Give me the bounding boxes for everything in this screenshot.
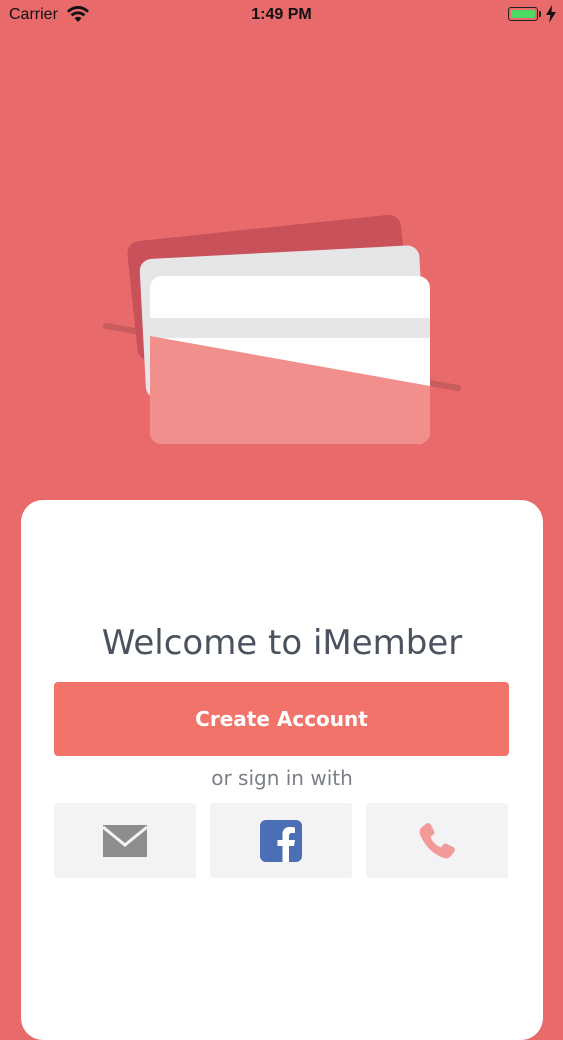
battery-icon: [508, 7, 538, 21]
welcome-card: Welcome to iMember Create Account or sig…: [21, 500, 543, 1040]
battery-cap: [539, 11, 541, 17]
or-sign-in-with-label: or sign in with: [211, 766, 353, 790]
phone-sign-in-button[interactable]: [366, 803, 508, 878]
create-account-button[interactable]: Create Account: [54, 682, 509, 756]
welcome-title: Welcome to iMember: [101, 623, 463, 663]
email-sign-in-button[interactable]: [54, 803, 196, 878]
status-bar: Carrier 1:49 PM: [0, 0, 563, 30]
facebook-sign-in-button[interactable]: [210, 803, 352, 878]
envelope-icon: [103, 824, 147, 857]
phone-icon: [419, 822, 455, 858]
charging-bolt-icon: [546, 5, 556, 23]
stacked-cards-illustration: [103, 214, 461, 444]
facebook-icon: [260, 819, 302, 862]
status-time: 1:49 PM: [251, 6, 312, 23]
